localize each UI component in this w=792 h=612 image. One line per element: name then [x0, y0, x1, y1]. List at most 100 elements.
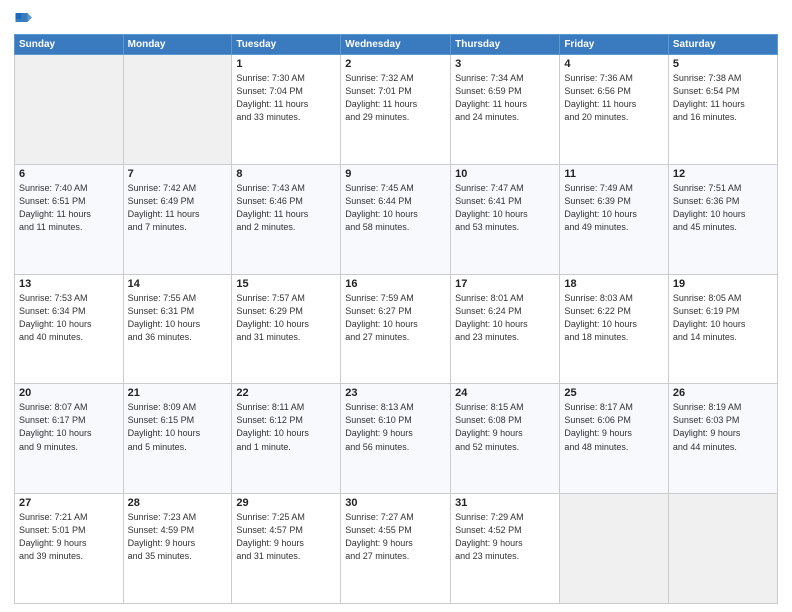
day-number: 26	[673, 387, 773, 399]
day-number: 24	[455, 387, 555, 399]
day-number: 18	[564, 278, 664, 290]
weekday-header-thursday: Thursday	[451, 35, 560, 55]
day-info: Sunrise: 7:40 AM Sunset: 6:51 PM Dayligh…	[19, 182, 119, 234]
weekday-header-sunday: Sunday	[15, 35, 124, 55]
calendar-cell	[668, 494, 777, 604]
calendar-cell: 29 Sunrise: 7:25 AM Sunset: 4:57 PM Dayli…	[232, 494, 341, 604]
calendar-cell: 13 Sunrise: 7:53 AM Sunset: 6:34 PM Dayli…	[15, 274, 124, 384]
day-info: Sunrise: 7:21 AM Sunset: 5:01 PM Dayligh…	[19, 511, 119, 563]
calendar-cell: 12Sunrise: 7:51 AM Sunset: 6:36 PM Dayli…	[668, 164, 777, 274]
day-info: Sunrise: 7:32 AM Sunset: 7:01 PM Dayligh…	[345, 72, 446, 124]
calendar-cell: 31 Sunrise: 7:29 AM Sunset: 4:52 PM Dayli…	[451, 494, 560, 604]
page: SundayMondayTuesdayWednesdayThursdayFrid…	[0, 0, 792, 612]
day-info: Sunrise: 8:19 AM Sunset: 6:03 PM Dayligh…	[673, 401, 773, 453]
calendar-cell: 5Sunrise: 7:38 AM Sunset: 6:54 PM Daylig…	[668, 55, 777, 165]
day-number: 30	[345, 497, 446, 509]
calendar-cell: 21Sunrise: 8:09 AM Sunset: 6:15 PM Dayli…	[123, 384, 232, 494]
calendar-cell	[560, 494, 669, 604]
day-number: 31	[455, 497, 555, 509]
calendar-cell: 16Sunrise: 7:59 AM Sunset: 6:27 PM Dayli…	[341, 274, 451, 384]
calendar-cell	[15, 55, 124, 165]
calendar-cell: 1 Sunrise: 7:30 AM Sunset: 7:04 PM Daylig…	[232, 55, 341, 165]
calendar-cell: 25Sunrise: 8:17 AM Sunset: 6:06 PM Dayli…	[560, 384, 669, 494]
logo	[14, 10, 34, 28]
day-number: 21	[128, 387, 228, 399]
day-number: 14	[128, 278, 228, 290]
calendar-cell: 30 Sunrise: 7:27 AM Sunset: 4:55 PM Dayli…	[341, 494, 451, 604]
day-info: Sunrise: 7:53 AM Sunset: 6:34 PM Dayligh…	[19, 292, 119, 344]
day-info: Sunrise: 7:36 AM Sunset: 6:56 PM Dayligh…	[564, 72, 664, 124]
calendar-cell: 23 Sunrise: 8:13 AM Sunset: 6:10 PM Dayli…	[341, 384, 451, 494]
day-number: 1	[236, 58, 336, 70]
day-info: Sunrise: 7:49 AM Sunset: 6:39 PM Dayligh…	[564, 182, 664, 234]
calendar-cell: 19Sunrise: 8:05 AM Sunset: 6:19 PM Dayli…	[668, 274, 777, 384]
calendar-cell: 9 Sunrise: 7:45 AM Sunset: 6:44 PM Daylig…	[341, 164, 451, 274]
week-row-3: 13 Sunrise: 7:53 AM Sunset: 6:34 PM Dayli…	[15, 274, 778, 384]
day-info: Sunrise: 7:34 AM Sunset: 6:59 PM Dayligh…	[455, 72, 555, 124]
calendar-cell: 8Sunrise: 7:43 AM Sunset: 6:46 PM Daylig…	[232, 164, 341, 274]
weekday-header-saturday: Saturday	[668, 35, 777, 55]
day-number: 4	[564, 58, 664, 70]
day-number: 22	[236, 387, 336, 399]
calendar-cell: 22 Sunrise: 8:11 AM Sunset: 6:12 PM Dayli…	[232, 384, 341, 494]
day-number: 13	[19, 278, 119, 290]
weekday-header-wednesday: Wednesday	[341, 35, 451, 55]
day-number: 6	[19, 168, 119, 180]
day-number: 29	[236, 497, 336, 509]
day-info: Sunrise: 7:47 AM Sunset: 6:41 PM Dayligh…	[455, 182, 555, 234]
day-number: 10	[455, 168, 555, 180]
logo-icon	[14, 10, 32, 28]
calendar-cell: 2 Sunrise: 7:32 AM Sunset: 7:01 PM Daylig…	[341, 55, 451, 165]
day-info: Sunrise: 8:01 AM Sunset: 6:24 PM Dayligh…	[455, 292, 555, 344]
day-number: 27	[19, 497, 119, 509]
day-info: Sunrise: 7:23 AM Sunset: 4:59 PM Dayligh…	[128, 511, 228, 563]
week-row-2: 6 Sunrise: 7:40 AM Sunset: 6:51 PM Daylig…	[15, 164, 778, 274]
week-row-5: 27 Sunrise: 7:21 AM Sunset: 5:01 PM Dayli…	[15, 494, 778, 604]
day-number: 20	[19, 387, 119, 399]
weekday-header-monday: Monday	[123, 35, 232, 55]
calendar-cell: 26 Sunrise: 8:19 AM Sunset: 6:03 PM Dayli…	[668, 384, 777, 494]
calendar-cell: 28 Sunrise: 7:23 AM Sunset: 4:59 PM Dayli…	[123, 494, 232, 604]
header	[14, 10, 778, 28]
day-info: Sunrise: 7:25 AM Sunset: 4:57 PM Dayligh…	[236, 511, 336, 563]
week-row-1: 1 Sunrise: 7:30 AM Sunset: 7:04 PM Daylig…	[15, 55, 778, 165]
calendar-cell: 17 Sunrise: 8:01 AM Sunset: 6:24 PM Dayli…	[451, 274, 560, 384]
calendar-cell: 10 Sunrise: 7:47 AM Sunset: 6:41 PM Dayli…	[451, 164, 560, 274]
day-info: Sunrise: 8:15 AM Sunset: 6:08 PM Dayligh…	[455, 401, 555, 453]
calendar-cell: 18Sunrise: 8:03 AM Sunset: 6:22 PM Dayli…	[560, 274, 669, 384]
day-info: Sunrise: 8:11 AM Sunset: 6:12 PM Dayligh…	[236, 401, 336, 453]
day-info: Sunrise: 7:42 AM Sunset: 6:49 PM Dayligh…	[128, 182, 228, 234]
day-info: Sunrise: 7:45 AM Sunset: 6:44 PM Dayligh…	[345, 182, 446, 234]
day-number: 28	[128, 497, 228, 509]
day-number: 5	[673, 58, 773, 70]
day-number: 3	[455, 58, 555, 70]
day-number: 9	[345, 168, 446, 180]
day-number: 16	[345, 278, 446, 290]
calendar-table: SundayMondayTuesdayWednesdayThursdayFrid…	[14, 34, 778, 604]
day-number: 2	[345, 58, 446, 70]
calendar-cell: 24 Sunrise: 8:15 AM Sunset: 6:08 PM Dayli…	[451, 384, 560, 494]
day-number: 11	[564, 168, 664, 180]
calendar-cell	[123, 55, 232, 165]
calendar-cell: 14 Sunrise: 7:55 AM Sunset: 6:31 PM Dayli…	[123, 274, 232, 384]
calendar-cell: 3 Sunrise: 7:34 AM Sunset: 6:59 PM Daylig…	[451, 55, 560, 165]
calendar-cell: 15Sunrise: 7:57 AM Sunset: 6:29 PM Dayli…	[232, 274, 341, 384]
calendar-cell: 7 Sunrise: 7:42 AM Sunset: 6:49 PM Daylig…	[123, 164, 232, 274]
calendar-cell: 11 Sunrise: 7:49 AM Sunset: 6:39 PM Dayli…	[560, 164, 669, 274]
weekday-header-tuesday: Tuesday	[232, 35, 341, 55]
day-info: Sunrise: 7:29 AM Sunset: 4:52 PM Dayligh…	[455, 511, 555, 563]
day-number: 7	[128, 168, 228, 180]
day-info: Sunrise: 7:30 AM Sunset: 7:04 PM Dayligh…	[236, 72, 336, 124]
calendar-cell: 20Sunrise: 8:07 AM Sunset: 6:17 PM Dayli…	[15, 384, 124, 494]
weekday-header-friday: Friday	[560, 35, 669, 55]
day-number: 15	[236, 278, 336, 290]
day-number: 17	[455, 278, 555, 290]
day-info: Sunrise: 7:51 AM Sunset: 6:36 PM Dayligh…	[673, 182, 773, 234]
calendar-cell: 27 Sunrise: 7:21 AM Sunset: 5:01 PM Dayli…	[15, 494, 124, 604]
day-number: 8	[236, 168, 336, 180]
calendar-cell: 6 Sunrise: 7:40 AM Sunset: 6:51 PM Daylig…	[15, 164, 124, 274]
day-info: Sunrise: 7:27 AM Sunset: 4:55 PM Dayligh…	[345, 511, 446, 563]
day-info: Sunrise: 7:55 AM Sunset: 6:31 PM Dayligh…	[128, 292, 228, 344]
day-number: 23	[345, 387, 446, 399]
day-info: Sunrise: 8:13 AM Sunset: 6:10 PM Dayligh…	[345, 401, 446, 453]
